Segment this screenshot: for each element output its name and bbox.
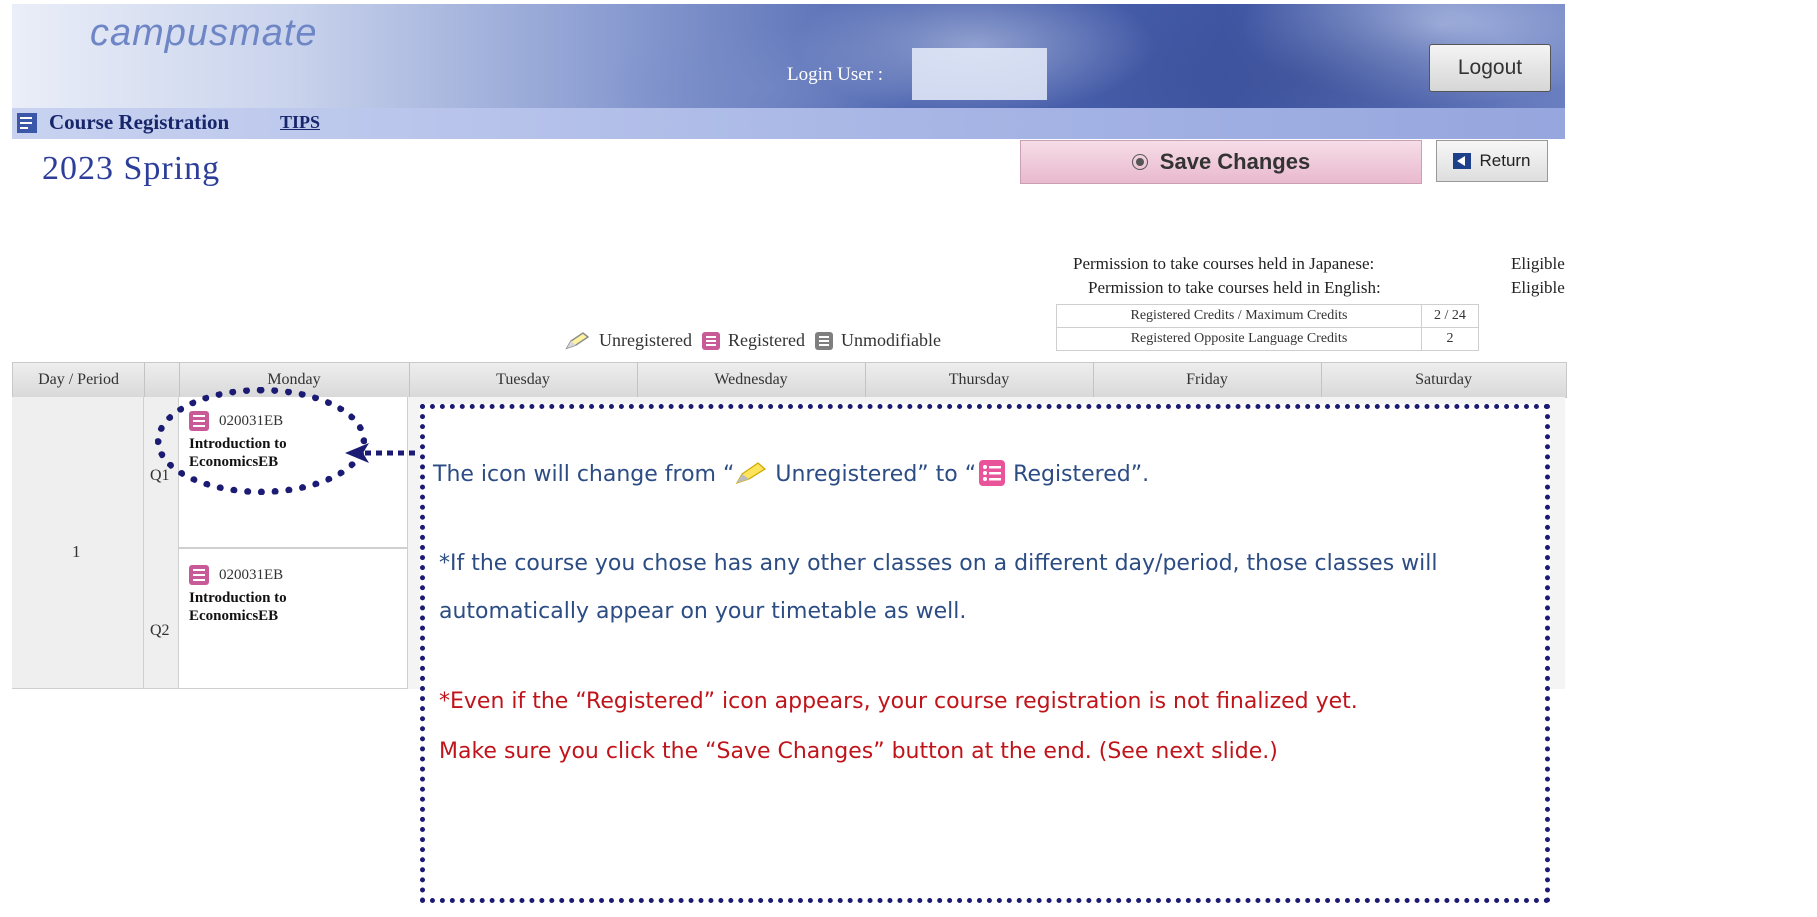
pencil-icon [736, 462, 767, 485]
callout-line-3: automatically appear on your timetable a… [439, 599, 967, 624]
pencil-icon [563, 331, 593, 351]
permission-english-value: Eligible [1511, 278, 1565, 297]
callout-text: Unregistered” to “ [768, 462, 977, 487]
campusmate-logo: campusmate [90, 12, 318, 54]
course-registration-titlebar: Course Registration TIPS [12, 108, 1565, 139]
quarter-label-q2: Q2 [150, 622, 170, 639]
registered-icon [979, 460, 1006, 486]
credits-table: Registered Credits / Maximum Credits 2 /… [1056, 304, 1479, 351]
radio-bullet-icon [1131, 154, 1148, 170]
opposite-language-label: Registered Opposite Language Credits [1056, 327, 1422, 351]
day-header-thursday: Thursday [948, 371, 1010, 388]
credits-label: Registered Credits / Maximum Credits [1056, 304, 1422, 328]
course-name: Introduction to EconomicsEB [189, 590, 287, 624]
day-header-wednesday: Wednesday [714, 371, 788, 388]
course-code: 020031EB [219, 567, 284, 583]
legend-unregistered: Unregistered [599, 330, 692, 350]
save-changes-label: Save Changes [1159, 149, 1311, 174]
header-banner: campusmate Login User : Logout [12, 4, 1565, 108]
day-header-saturday: Saturday [1415, 371, 1472, 388]
callout-warning-1: *Even if the “Registered” icon appears, … [439, 689, 1358, 714]
return-button[interactable]: Return [1436, 140, 1548, 182]
registered-icon [189, 565, 209, 585]
registered-icon [701, 331, 720, 350]
permission-english-label: Permission to take courses held in Engli… [1088, 278, 1381, 297]
unmodifiable-icon [814, 331, 833, 350]
opposite-language-value: 2 [1421, 327, 1479, 351]
period-label: 1 [72, 542, 81, 561]
quarter-label-q1: Q1 [150, 467, 170, 484]
period-cell: 1 [12, 397, 144, 689]
permission-japanese-value: Eligible [1511, 254, 1565, 273]
day-period-header: Day / Period [38, 371, 119, 388]
return-label: Return [1479, 151, 1531, 170]
permission-japanese-label: Permission to take courses held in Japan… [1073, 254, 1375, 273]
course-registration-icon [17, 113, 37, 133]
instruction-callout: The icon will change from “ Unregistered… [420, 404, 1550, 903]
day-header-friday: Friday [1186, 371, 1228, 388]
legend-unmodifiable: Unmodifiable [840, 330, 941, 350]
status-legend: Unregistered Registered Unmodifiable [563, 330, 941, 351]
credits-row: Registered Credits / Maximum Credits 2 /… [1056, 304, 1479, 328]
logout-button[interactable]: Logout [1429, 44, 1551, 92]
tips-link[interactable]: TIPS [280, 112, 320, 133]
callout-warning-2: Make sure you click the “Save Changes” b… [439, 739, 1278, 764]
callout-line-1: The icon will change from “ Unregistered… [433, 459, 1149, 487]
term-label: 2023 Spring [42, 150, 221, 187]
page-title: Course Registration [49, 110, 230, 134]
opposite-language-row: Registered Opposite Language Credits 2 [1056, 327, 1479, 351]
callout-text: Registered”. [1006, 462, 1150, 487]
highlight-ellipse [155, 387, 367, 495]
login-user-label: Login User : [787, 64, 884, 85]
login-user-value [912, 48, 1047, 100]
save-changes-button[interactable]: Save Changes [1020, 140, 1422, 184]
return-arrow-icon [1453, 153, 1472, 169]
callout-line-2: *If the course you chose has any other c… [439, 551, 1438, 576]
callout-arrow-icon [345, 443, 423, 463]
day-header-tuesday: Tuesday [496, 371, 550, 388]
callout-text: The icon will change from “ [433, 462, 735, 487]
legend-registered: Registered [727, 330, 805, 350]
credits-value: 2 / 24 [1421, 304, 1479, 328]
